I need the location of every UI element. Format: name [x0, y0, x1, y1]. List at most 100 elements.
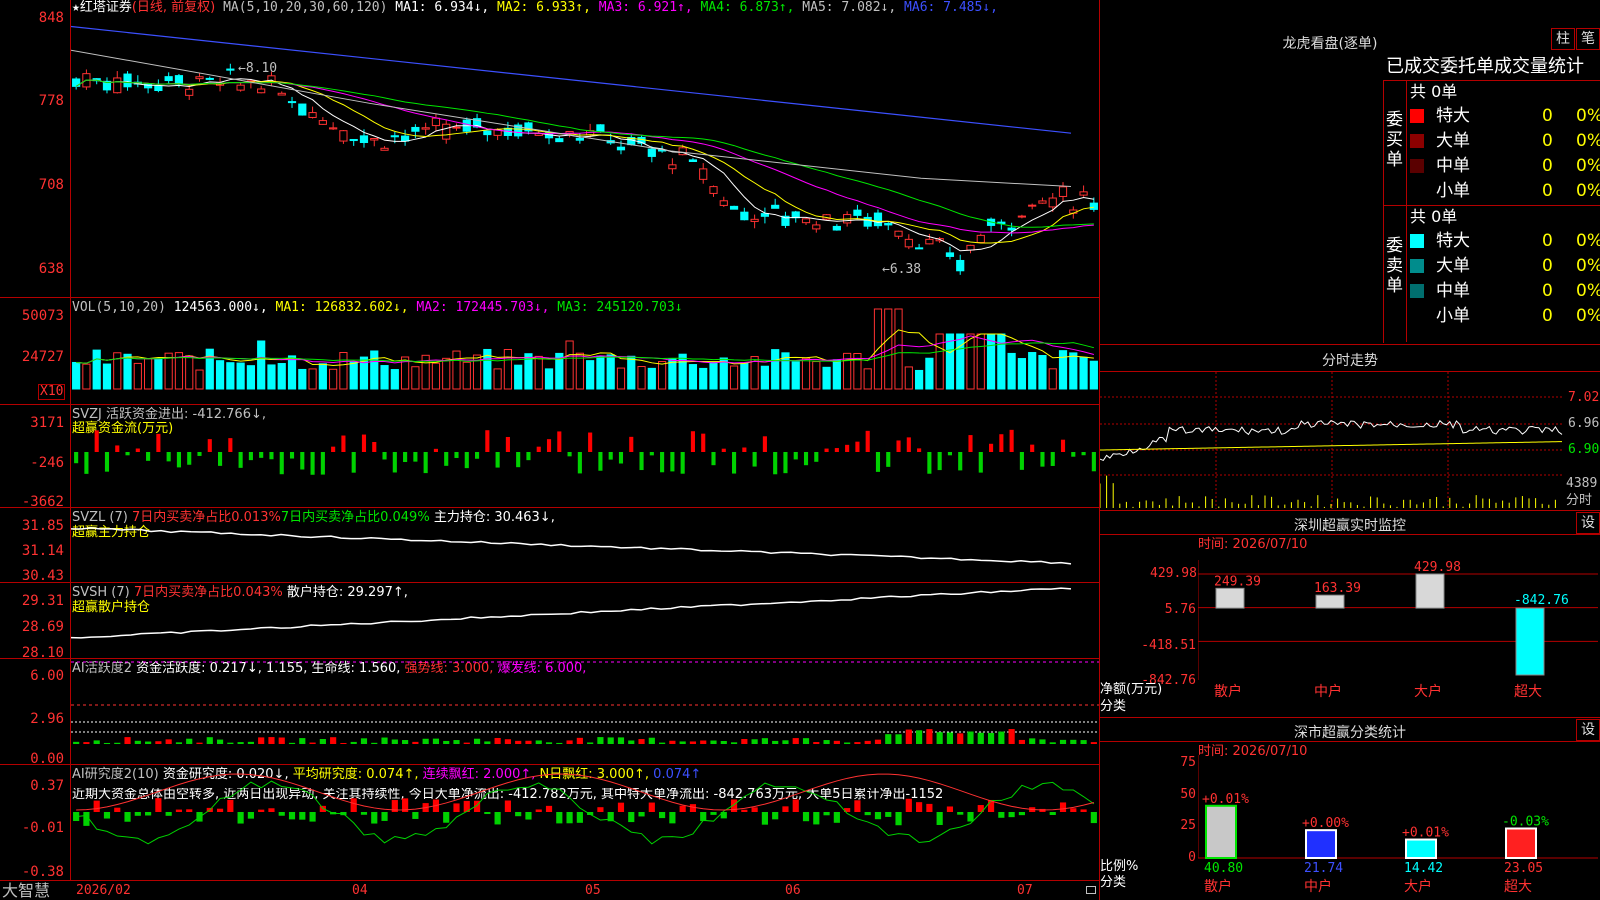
order-count: 0 — [1542, 131, 1553, 151]
flow-bar — [680, 452, 685, 474]
volume-bar — [514, 364, 523, 390]
research-bar — [515, 812, 522, 817]
research-bar — [545, 805, 553, 812]
candle-body — [966, 244, 975, 251]
volume-bar — [144, 358, 153, 390]
tick-view-button[interactable]: 笔 — [1576, 28, 1600, 50]
flow-bar — [74, 452, 79, 464]
activity-bar — [751, 739, 758, 744]
cl-stats-chart[interactable]: +0.01% 40.80 散户 +0.00% 21.74 中户 +0.01% 14.42 大户 -… — [1198, 745, 1600, 900]
candle-body — [688, 159, 698, 163]
activity-bar — [535, 740, 542, 744]
volume-bar — [699, 367, 708, 390]
candlestick-chart[interactable] — [71, 0, 1099, 297]
volume-bar — [678, 353, 687, 390]
sz-settings-button[interactable]: 设 — [1576, 512, 1600, 534]
cl-value-label: 21.74 — [1304, 861, 1343, 876]
volume-bar — [277, 363, 286, 390]
volume-bar — [154, 358, 163, 390]
flow-bar — [855, 441, 860, 452]
research-bar — [957, 812, 964, 815]
order-stat-row: 大单 0 0% — [1410, 130, 1600, 152]
candle-body — [863, 216, 872, 227]
ma-line — [75, 79, 1094, 244]
retail-holding-chart[interactable] — [71, 583, 1099, 658]
research-bar — [617, 802, 625, 812]
flow-bar — [896, 440, 901, 452]
flow-bar — [310, 452, 315, 475]
activity-bar — [1008, 729, 1015, 744]
candle-body — [442, 123, 451, 140]
activity-chart[interactable] — [71, 659, 1099, 764]
flow-bar — [989, 443, 994, 452]
order-color-swatch — [1410, 234, 1424, 248]
lock-icon[interactable] — [1086, 886, 1096, 894]
flow-bar — [752, 452, 757, 467]
volume-bar — [92, 349, 101, 390]
volume-bar — [102, 363, 112, 390]
holding-line — [71, 587, 1072, 639]
research-chart[interactable] — [71, 765, 1099, 880]
high-price-note: ←8.10 — [238, 61, 278, 76]
chart-area[interactable]: ★红塔证券(日线, 前复权) MA(5,10,20,30,60,120) MA1… — [0, 0, 1100, 900]
research-bar — [484, 812, 491, 815]
date-axis-label: 04 — [352, 883, 368, 898]
volume-bar — [226, 362, 235, 390]
intraday-chart[interactable] — [1100, 372, 1564, 509]
candle-body — [729, 205, 739, 210]
research-bar — [412, 812, 419, 819]
sz-monitor-chart[interactable]: 249.39 散户 163.39 中户 429.98 大户 -842.76 超大 — [1198, 540, 1600, 720]
flow-bar — [187, 452, 192, 465]
research-bar — [874, 812, 882, 820]
candle-body — [832, 225, 841, 231]
candle-body — [411, 126, 420, 132]
activity-bar — [679, 741, 686, 744]
svsh-y-label: 28.69 — [21, 619, 64, 635]
activity-bar — [720, 741, 727, 744]
order-type-label: 大单 — [1436, 256, 1470, 276]
sz-y-label: 5.76 — [1164, 602, 1196, 617]
flow-bar — [279, 452, 284, 475]
research-bar — [227, 799, 234, 812]
cl-settings-button[interactable]: 设 — [1576, 719, 1600, 741]
activity-bar — [1049, 742, 1056, 744]
flow-bar — [238, 452, 243, 468]
cl-y-axis-title: 比例% — [1100, 859, 1139, 874]
flow-bar — [999, 434, 1004, 452]
activity-bar — [237, 742, 244, 744]
research-bar — [145, 812, 152, 816]
activity-bar — [916, 730, 923, 744]
fund-flow-chart[interactable] — [71, 405, 1099, 507]
flow-bar — [146, 452, 151, 461]
activity-bar — [638, 739, 645, 744]
main-holding-chart[interactable] — [71, 508, 1099, 582]
cl-category-label: 超大 — [1504, 879, 1532, 895]
candle-body — [431, 117, 441, 127]
activity-bar — [1018, 739, 1025, 744]
volume-bar — [205, 348, 214, 390]
activity-bar — [278, 737, 285, 744]
vol-y-label: 50073 — [21, 308, 64, 324]
research-bar — [453, 803, 460, 812]
order-percent: 0% — [1576, 256, 1600, 276]
order-stat-row: 特大 0 0% — [1410, 230, 1600, 252]
flow-bar — [865, 430, 870, 452]
bar-view-button[interactable]: 柱 — [1551, 28, 1575, 50]
volume-bar — [627, 355, 636, 390]
candle-body — [647, 148, 656, 157]
volume-chart[interactable] — [71, 298, 1099, 404]
research-bar — [946, 806, 954, 812]
ma5-line — [71, 49, 1072, 188]
activity-bar — [288, 742, 296, 744]
intraday-title: 分时走势 — [1322, 353, 1378, 369]
order-stat-row: 大单 0 0% — [1410, 255, 1600, 277]
volume-bar — [822, 366, 831, 390]
activity-bar — [391, 739, 398, 744]
activity-bar — [1080, 740, 1087, 744]
candle-body — [760, 213, 769, 217]
research-bar — [895, 812, 902, 826]
order-stat-row: 特大 0 0% — [1410, 105, 1600, 127]
cl-title-border — [1100, 741, 1600, 742]
volume-bar — [1058, 350, 1068, 390]
candle-body — [709, 186, 718, 194]
